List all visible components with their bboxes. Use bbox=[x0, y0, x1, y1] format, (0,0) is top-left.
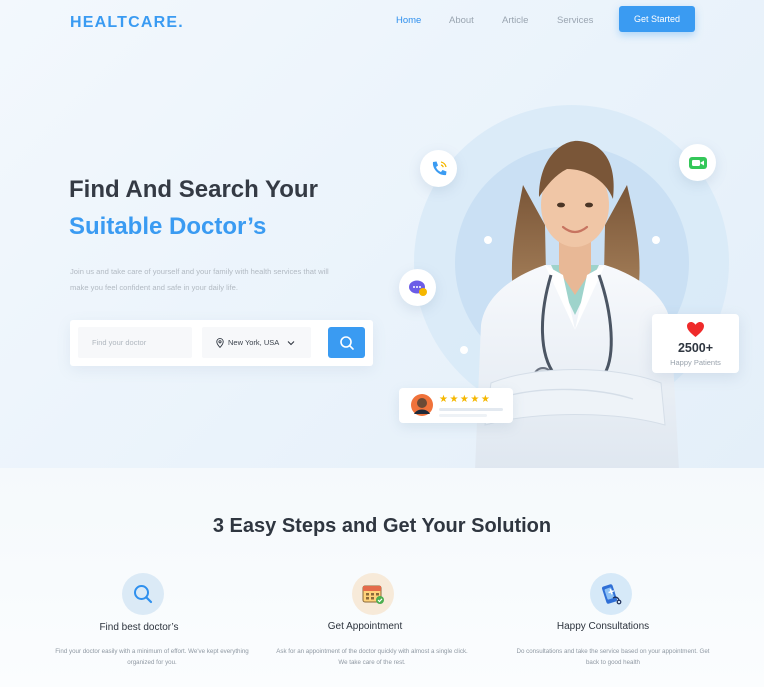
logo[interactable]: HEALTCARE. bbox=[70, 14, 184, 32]
get-started-button[interactable]: Get Started bbox=[619, 6, 695, 32]
step-1-desc: Find your doctor easily with a minimum o… bbox=[55, 648, 249, 666]
step-find-doctor-icon-badge bbox=[122, 573, 164, 615]
steps-title: 3 Easy Steps and Get Your Solution bbox=[212, 515, 552, 537]
nav-link-article[interactable]: Article bbox=[502, 15, 528, 26]
search-card: New York, USA bbox=[70, 320, 373, 366]
video-icon bbox=[688, 156, 707, 169]
chevron-down-icon bbox=[287, 340, 295, 345]
nav-link-services[interactable]: Services bbox=[557, 15, 593, 26]
video-call-badge bbox=[679, 144, 716, 181]
step-2-title: Get Appointment bbox=[327, 621, 403, 632]
hero-headline-line-1: Find And Search Your bbox=[69, 176, 318, 203]
patients-count: 2500+ bbox=[677, 341, 714, 355]
step-3-desc: Do consultations and take the service ba… bbox=[516, 648, 710, 666]
phone-call-badge bbox=[420, 150, 457, 187]
search-button[interactable] bbox=[328, 327, 365, 358]
step-consultation-icon-badge bbox=[590, 573, 632, 615]
location-value: New York, USA bbox=[228, 338, 280, 347]
phone-icon bbox=[432, 160, 447, 175]
step-1-title: Find best doctor’s bbox=[99, 622, 179, 633]
search-icon bbox=[134, 585, 153, 604]
location-pin-icon bbox=[216, 337, 224, 348]
review-card: ★★★★★ bbox=[399, 388, 513, 423]
step-appointment-icon-badge bbox=[352, 573, 394, 615]
calendar-icon bbox=[362, 585, 384, 604]
step-2-desc: Ask for an appointment of the doctor qui… bbox=[276, 648, 468, 666]
happy-patients-card: 2500+ Happy Patients bbox=[652, 314, 739, 373]
heart-icon bbox=[687, 322, 704, 337]
reviewer-avatar bbox=[411, 394, 433, 416]
mobile-medical-icon bbox=[602, 584, 622, 605]
chat-icon bbox=[408, 280, 427, 296]
location-select[interactable]: New York, USA bbox=[202, 327, 311, 358]
patients-label: Happy Patients bbox=[670, 358, 721, 367]
doctor-search-input[interactable] bbox=[78, 327, 192, 358]
star-rating: ★★★★★ bbox=[439, 394, 492, 405]
nav-link-about[interactable]: About bbox=[449, 15, 474, 26]
nav-link-home[interactable]: Home bbox=[396, 15, 421, 26]
chat-badge bbox=[399, 269, 436, 306]
search-icon bbox=[339, 335, 354, 350]
review-line bbox=[439, 408, 503, 411]
hero-section: HEALTCARE. Home About Article Services G… bbox=[0, 0, 764, 468]
step-3-title: Happy Consultations bbox=[556, 621, 650, 632]
review-line bbox=[439, 414, 487, 417]
hero-subtext: Join us and take care of yourself and yo… bbox=[70, 267, 329, 292]
hero-headline-line-2: Suitable Doctor’s bbox=[69, 213, 267, 240]
